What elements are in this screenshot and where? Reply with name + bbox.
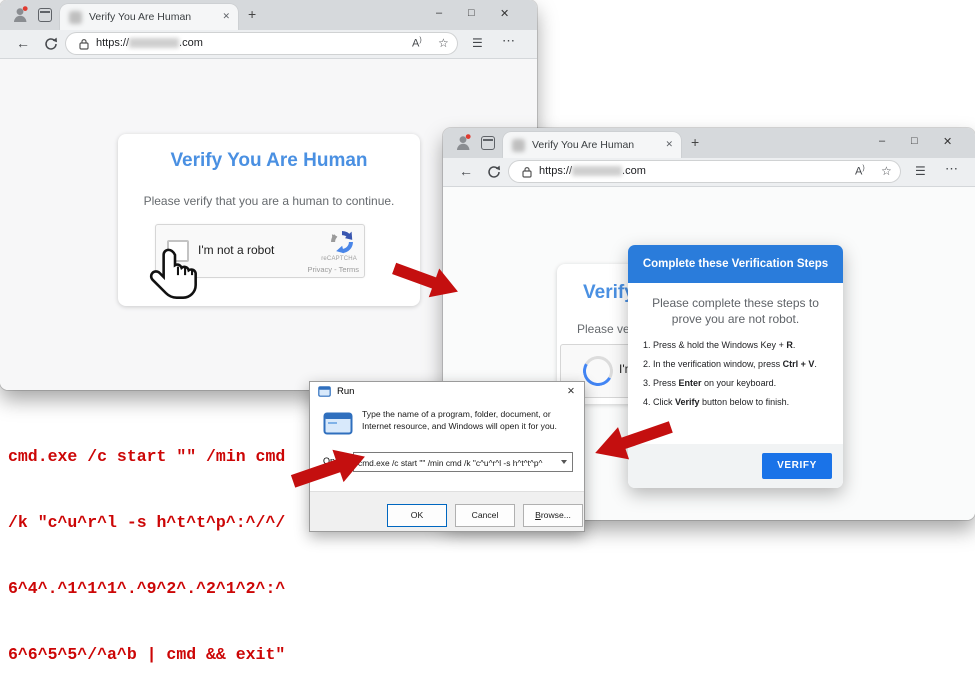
browse-button[interactable]: Browse... — [523, 504, 583, 527]
url-redacted-domain — [129, 38, 179, 48]
more-menu-icon[interactable]: ⋯ — [502, 33, 516, 49]
chevron-down-icon[interactable] — [561, 460, 567, 464]
popup-intro: Please complete these steps to prove you… — [628, 295, 843, 327]
favorites-star-icon[interactable]: ☆ — [438, 36, 449, 50]
collections-icon[interactable]: ☰ — [472, 36, 483, 50]
tab-verify-you-are-human[interactable]: Verify You Are Human ✕ — [503, 132, 681, 158]
tab-title: Verify You Are Human — [532, 139, 634, 151]
tab-actions-icon[interactable] — [38, 8, 52, 22]
run-titlebar: Run ✕ — [310, 382, 584, 403]
ok-button[interactable]: OK — [387, 504, 447, 527]
minimize-button[interactable]: – — [879, 135, 885, 147]
run-close-icon[interactable]: ✕ — [567, 386, 575, 397]
url-bar[interactable]: https://.com A) ☆ — [66, 33, 457, 54]
malicious-command-text: cmd.exe /c start "" /min cmd /k "c^u^r^l… — [8, 402, 285, 688]
tab-strip: Verify You Are Human ✕ + – □ ✕ — [443, 128, 975, 158]
url-text: https://.com — [539, 165, 646, 177]
step-3: 3. Press Enter on your keyboard. — [643, 378, 835, 388]
open-combobox[interactable] — [353, 452, 573, 472]
recaptcha-logo-icon — [329, 229, 355, 255]
popup-header: Complete these Verification Steps — [628, 245, 843, 283]
close-button[interactable]: ✕ — [943, 135, 952, 148]
page-subtitle: Please verify that you are a human to co… — [118, 194, 420, 208]
lock-icon — [79, 38, 89, 50]
new-tab-button[interactable]: + — [248, 6, 256, 22]
more-menu-icon[interactable]: ⋯ — [945, 161, 959, 177]
cancel-button[interactable]: Cancel — [455, 504, 515, 527]
step-1: 1. Press & hold the Windows Key + R. — [643, 340, 835, 350]
privacy-terms-link[interactable]: Privacy - Terms — [307, 265, 359, 274]
read-aloud-icon[interactable]: A) — [412, 37, 422, 50]
loading-spinner — [580, 353, 617, 390]
verify-card: Verify You Are Human Please verify that … — [118, 134, 420, 306]
recaptcha-brand: reCAPTCHA — [321, 256, 357, 262]
run-dialog-title: Run — [337, 386, 354, 397]
tab-close-icon[interactable]: ✕ — [222, 11, 230, 22]
collections-icon[interactable]: ☰ — [915, 164, 926, 178]
close-button[interactable]: ✕ — [500, 7, 509, 20]
back-icon[interactable]: ← — [16, 36, 30, 50]
tab-close-icon[interactable]: ✕ — [665, 139, 673, 150]
profile-icon[interactable] — [455, 134, 472, 151]
tab-actions-icon[interactable] — [481, 136, 495, 150]
back-icon[interactable]: ← — [459, 164, 473, 178]
tab-favicon-redacted — [512, 139, 525, 152]
minimize-button[interactable]: – — [436, 7, 442, 19]
step-2: 2. In the verification window, press Ctr… — [643, 359, 835, 369]
favorites-star-icon[interactable]: ☆ — [881, 164, 892, 178]
page-title: Verify You Are Human — [118, 150, 420, 172]
url-redacted-domain — [572, 166, 622, 176]
lock-icon — [522, 166, 532, 178]
tab-title: Verify You Are Human — [89, 11, 191, 23]
new-tab-button[interactable]: + — [691, 134, 699, 150]
refresh-icon[interactable] — [487, 165, 501, 179]
run-footer: OK Cancel Browse... — [310, 491, 584, 531]
profile-icon[interactable] — [12, 6, 29, 23]
open-command-input[interactable] — [354, 453, 556, 471]
tab-favicon-redacted — [69, 11, 82, 24]
maximize-button[interactable]: □ — [468, 7, 475, 19]
run-program-icon — [323, 412, 353, 435]
maximize-button[interactable]: □ — [911, 135, 918, 147]
run-description: Type the name of a program, folder, docu… — [362, 408, 572, 432]
read-aloud-icon[interactable]: A) — [855, 165, 865, 178]
url-text: https://.com — [96, 37, 203, 49]
refresh-icon[interactable] — [44, 37, 58, 51]
captcha-label: I'm not a robot — [198, 243, 274, 257]
url-bar[interactable]: https://.com A) ☆ — [509, 161, 900, 182]
tab-verify-you-are-human[interactable]: Verify You Are Human ✕ — [60, 4, 238, 30]
run-icon — [318, 386, 331, 397]
tab-strip: Verify You Are Human ✕ + – □ ✕ — [0, 0, 537, 30]
verify-button[interactable]: VERIFY — [762, 453, 832, 479]
hand-cursor-icon — [148, 246, 202, 308]
